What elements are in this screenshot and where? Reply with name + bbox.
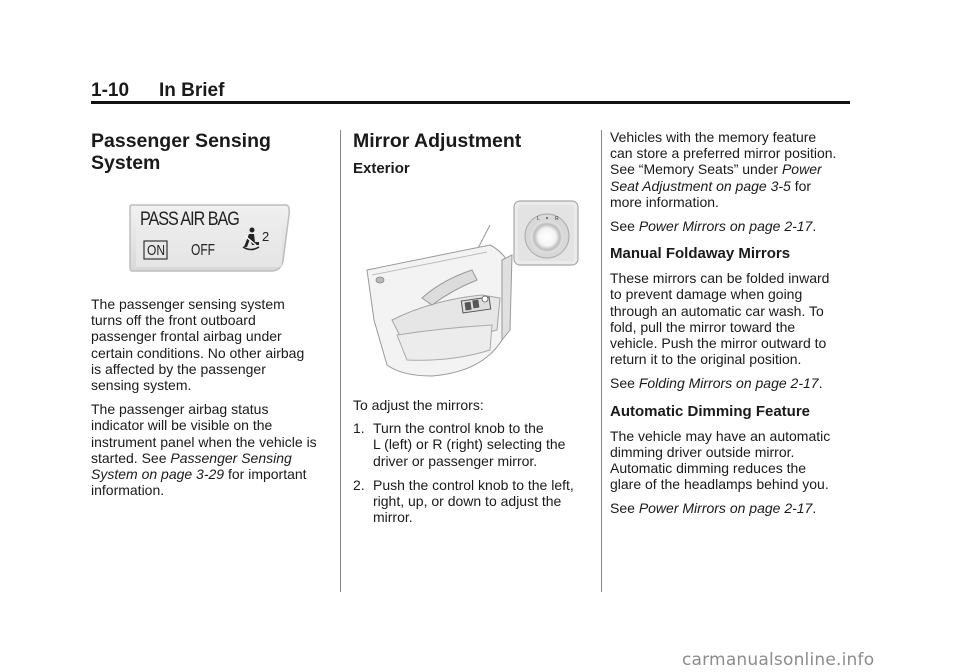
text-line: . [812,218,817,235]
text-line: indicator will be visible on the [91,417,273,434]
text-line: See [610,218,639,235]
text-line: turns off the front outboard [91,312,256,329]
seated-passenger-airbag-icon [242,227,260,251]
cross-reference-power-mirrors-2[interactable]: Power Mirrors on page 2-17 [639,500,813,516]
text-line: dimming driver outside mirror. [610,443,795,460]
pass-air-bag-indicator: PASS AIR BAG ON OFF 2 [128,201,290,273]
paragraph-foldaway: These mirrors can be folded inward to pr… [610,270,855,367]
paragraph-dimming: The vehicle may have an automatic dimmin… [610,428,855,493]
watermark: carmanualsonline.info [682,650,875,670]
subheading-exterior: Exterior [353,160,410,177]
see-power-mirrors: See Power Mirrors on page 2-17. [610,218,855,234]
section-title: In Brief [159,80,225,101]
text-line: through an automatic car wash. To [610,302,824,319]
column-divider-1 [340,130,341,592]
svg-text:R: R [555,216,559,222]
text-line: to prevent damage when going [610,286,803,303]
text-line: return it to the original position. [610,351,802,368]
cross-reference-passenger-sensing[interactable]: Passenger Sensing [170,450,291,466]
column-divider-2 [601,130,602,592]
column-mirror-features: Vehicles with the memory feature can sto… [610,129,855,517]
svg-text:L: L [537,216,540,222]
pass-air-bag-label: PASS AIR BAG [140,209,240,230]
text-line: information. [91,482,165,499]
mirror-adjust-steps: 1. Turn the control knob to the L (left)… [353,420,593,525]
text-line: more information. [610,193,719,210]
column-passenger-sensing: Passenger Sensing System [91,128,331,174]
mirror-adjustment-body: To adjust the mirrors: 1. Turn the contr… [353,397,593,525]
cross-reference-power-mirrors[interactable]: Power Mirrors on page 2-17 [639,218,813,234]
paragraph-status-indicator: The passenger airbag status indicator wi… [91,401,331,498]
step-item: 1. Turn the control knob to the L (left)… [353,420,593,469]
subheading-manual-foldaway: Manual Foldaway Mirrors [610,245,791,263]
text-line: See [610,375,639,392]
text-line: . [818,375,823,392]
text-line: glare of the headlamps behind you. [610,476,829,493]
door-panel-illustration [366,224,513,377]
mirror-control-knob-icon: L R [513,200,579,266]
cross-reference-passenger-sensing-page[interactable]: System on page 3-29 [91,466,224,482]
text-line: is affected by the passenger [91,360,266,377]
text-line: fold, pull the mirror toward the [610,318,796,335]
mirror-control-knob-inset: L R [513,200,579,266]
step-item: 2. Push the control knob to the left, ri… [353,477,593,526]
heading-line: System [91,152,161,174]
subheading-automatic-dimming: Automatic Dimming Feature [610,402,811,420]
page-number: 1-10 [91,80,130,101]
cross-reference-power-seat-page[interactable]: Seat Adjustment on page 3-5 [610,178,791,194]
text-line: Push the control knob to the left, [373,476,574,493]
see-power-mirrors-2: See Power Mirrors on page 2-17. [610,500,855,516]
text-line: right, up, or down to adjust the [373,493,562,510]
airbag-icon-suffix: 2 [262,229,270,244]
text-line: The vehicle may have an automatic [610,427,831,444]
text-line: Turn the control knob to the [373,420,544,437]
mirror-adjust-intro: To adjust the mirrors: [353,397,484,413]
text-line: See [610,500,639,517]
step-number: 1. [353,420,365,437]
text-line: Automatic dimming reduces the [610,460,807,477]
cross-reference-folding-mirrors[interactable]: Folding Mirrors on page 2-17 [639,375,819,391]
text-line: These mirrors can be folded inward [610,270,830,287]
text-line: Vehicles with the memory feature [610,129,817,145]
text-line: The passenger sensing system [91,296,285,312]
text-line: instrument panel when the vehicle is [91,433,317,450]
door-panel-mirror-control-illustration [362,200,530,378]
see-folding-mirrors: See Folding Mirrors on page 2-17. [610,375,855,391]
airbag-off-label: OFF [191,242,215,259]
airbag-on-label: ON [147,242,165,259]
text-line: . [812,500,817,517]
paragraph-sensing-description: The passenger sensing system turns off t… [91,296,331,393]
section-heading-passenger-sensing: Passenger Sensing System [91,130,331,174]
passenger-sensing-body: The passenger sensing system turns off t… [91,296,331,498]
text-line: can store a preferred mirror position. [610,145,837,162]
text-line: for important [224,466,307,483]
text-line: mirror. [373,509,413,526]
heading-line: Passenger Sensing [91,130,271,152]
text-line: driver or passenger mirror. [373,452,538,469]
column-mirror-adjustment: Mirror Adjustment Exterior [353,128,593,178]
text-line: passenger frontal airbag under [91,328,282,345]
paragraph-memory-feature: Vehicles with the memory feature can sto… [610,129,855,210]
text-line: See “Memory Seats” under [610,161,782,178]
header-rule [91,101,850,104]
text-line: certain conditions. No other airbag [91,344,305,361]
section-heading-mirror-adjustment: Mirror Adjustment [353,130,522,152]
cross-reference-power-seat[interactable]: Power [782,161,822,177]
text-line: started. See [91,449,171,466]
text-line: L (left) or R (right) selecting the [373,436,566,453]
text-line: sensing system. [91,377,192,394]
text-line: vehicle. Push the mirror outward to [610,335,827,352]
text-line: The passenger airbag status [91,401,269,418]
step-number: 2. [353,476,365,493]
text-line: for [790,177,812,194]
